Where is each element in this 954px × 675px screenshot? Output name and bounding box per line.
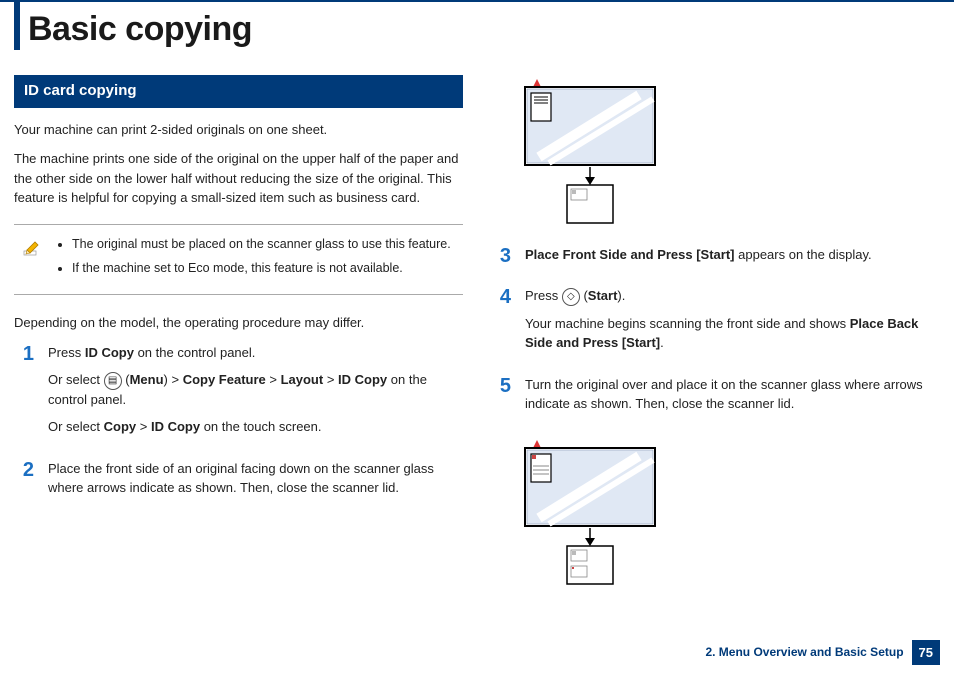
step-number: 4 xyxy=(491,286,511,361)
step2-text: Place the front side of an original faci… xyxy=(48,459,463,498)
step5-text: Turn the original over and place it on t… xyxy=(525,375,940,414)
step-number: 5 xyxy=(491,375,511,422)
scanner-diagram-back xyxy=(519,436,940,592)
title-accent-bar xyxy=(14,2,20,50)
step-number: 2 xyxy=(14,459,34,506)
step-1: 1 Press ID Copy on the control panel. Or… xyxy=(14,343,463,445)
intro-text-1: Your machine can print 2-sided originals… xyxy=(14,120,463,140)
page-number: 75 xyxy=(912,640,940,666)
step-number: 1 xyxy=(14,343,34,445)
page-title: Basic copying xyxy=(28,2,252,55)
menu-icon: ▤ xyxy=(104,372,122,390)
intro-text-2: The machine prints one side of the origi… xyxy=(14,149,463,208)
header-bar: Basic copying xyxy=(0,0,954,55)
step4-text-b: Your machine begins scanning the front s… xyxy=(525,314,940,353)
step-4: 4 Press ◇ (Start). Your machine begins s… xyxy=(491,286,940,361)
note-box: The original must be placed on the scann… xyxy=(14,224,463,296)
scanner-diagram-front xyxy=(519,75,940,231)
step1-line-c: Or select Copy > ID Copy on the touch sc… xyxy=(48,417,463,437)
chapter-label: 2. Menu Overview and Basic Setup xyxy=(705,643,903,661)
left-column: ID card copying Your machine can print 2… xyxy=(14,75,463,605)
note-item-1: The original must be placed on the scann… xyxy=(72,235,459,254)
note-icon xyxy=(22,237,42,263)
start-icon: ◇ xyxy=(562,288,580,306)
step1-line-a: Press ID Copy on the control panel. xyxy=(48,343,463,363)
step-number: 3 xyxy=(491,245,511,273)
step3-text: Place Front Side and Press [Start] appea… xyxy=(525,245,940,265)
step-3: 3 Place Front Side and Press [Start] app… xyxy=(491,245,940,273)
step-2: 2 Place the front side of an original fa… xyxy=(14,459,463,506)
depending-text: Depending on the model, the operating pr… xyxy=(14,313,463,333)
note-item-2: If the machine set to Eco mode, this fea… xyxy=(72,259,459,278)
section-heading: ID card copying xyxy=(14,75,463,108)
page-footer: 2. Menu Overview and Basic Setup 75 xyxy=(705,640,940,666)
right-column: 3 Place Front Side and Press [Start] app… xyxy=(491,75,940,605)
step4-text-a: Press ◇ (Start). xyxy=(525,286,940,306)
step-5: 5 Turn the original over and place it on… xyxy=(491,375,940,422)
step1-line-b: Or select ▤ (Menu) > Copy Feature > Layo… xyxy=(48,370,463,409)
